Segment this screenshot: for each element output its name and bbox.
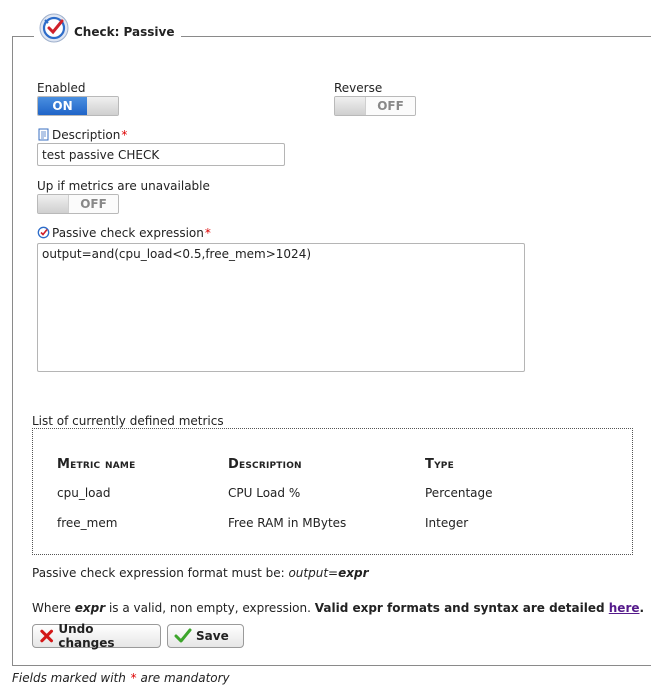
mandatory-footnote: Fields marked with * are mandatory [12, 671, 230, 685]
reverse-label: Reverse [334, 81, 383, 95]
green-check-icon [174, 628, 192, 643]
metric-name-cell: cpu_load [57, 486, 111, 500]
footnote-suffix: are mandatory [136, 671, 230, 685]
reverse-toggle-state: OFF [365, 97, 415, 115]
where-note-where: Where [32, 601, 75, 615]
expression-label: Passive check expression [52, 226, 204, 240]
reverse-toggle[interactable]: OFF [334, 96, 416, 116]
up-if-unavailable-toggle-state: OFF [68, 195, 118, 213]
save-button[interactable]: Save [167, 624, 244, 648]
metric-description-cell: Free RAM in MBytes [228, 516, 347, 530]
column-header-metric-name: Metric name [57, 457, 136, 472]
syntax-help-link[interactable]: here [609, 601, 640, 615]
where-note-expr: expr [74, 601, 106, 615]
enabled-label: Enabled [37, 81, 86, 95]
toggle-knob [87, 97, 118, 115]
panel-title: Check: Passive [74, 25, 175, 39]
column-header-description: Description [228, 457, 302, 472]
check-badge-icon [37, 226, 50, 239]
required-marker: * [121, 128, 128, 142]
metric-type-cell: Integer [425, 516, 469, 530]
metric-name-cell: free_mem [57, 516, 118, 530]
up-if-unavailable-toggle[interactable]: OFF [37, 194, 119, 214]
undo-changes-button[interactable]: Undo changes [32, 622, 161, 650]
where-note-end: . [639, 601, 645, 615]
metrics-table: Metric name Description Type cpu_load CP… [32, 428, 633, 555]
toggle-knob [335, 97, 367, 115]
expression-textarea[interactable]: output=and(cpu_load<0.5,free_mem>1024) [37, 243, 525, 372]
metric-description-cell: CPU Load % [228, 486, 301, 500]
toggle-knob [38, 195, 70, 213]
format-note-output: output= [288, 566, 339, 580]
description-label: Description [52, 128, 121, 142]
format-note-expr: expr [338, 566, 369, 580]
red-x-icon [40, 629, 54, 643]
where-note-middle: is a valid, non empty, expression. [105, 601, 315, 615]
footnote-prefix: Fields marked with [12, 671, 130, 685]
description-label-row: Description* [37, 128, 127, 142]
up-if-unavailable-label: Up if metrics are unavailable [37, 179, 210, 193]
expression-label-row: Passive check expression* [37, 226, 211, 240]
panel-legend: Check: Passive [34, 10, 181, 46]
metric-type-cell: Percentage [425, 486, 493, 500]
document-icon [38, 128, 49, 141]
metrics-title: List of currently defined metrics [32, 414, 224, 428]
format-note: Passive check expression format must be:… [32, 566, 368, 580]
description-input[interactable] [37, 143, 285, 166]
enabled-toggle-state: ON [38, 97, 87, 115]
save-label: Save [196, 629, 229, 643]
column-header-type: Type [425, 457, 454, 472]
check-badge-icon [39, 13, 69, 43]
format-note-prefix: Passive check expression format must be: [32, 566, 289, 580]
enabled-toggle[interactable]: ON [37, 96, 119, 116]
where-note: Where expr is a valid, non empty, expres… [32, 601, 644, 615]
undo-changes-label: Undo changes [58, 622, 115, 650]
required-marker: * [204, 226, 211, 240]
where-note-bold: Valid expr formats and syntax are detail… [314, 601, 609, 615]
